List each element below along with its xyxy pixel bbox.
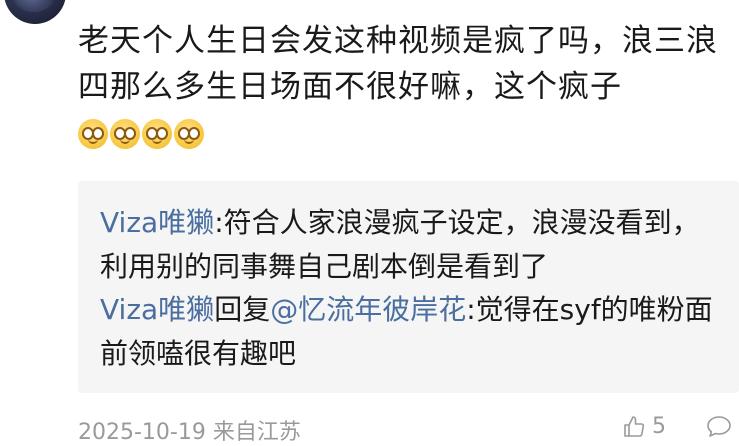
comment-line: 老天个人生日会发这种视频是疯了吗，浪三浪四那么多生日场面不很好嘛，这个疯子: [78, 23, 718, 105]
reply-item[interactable]: Viza唯獭回复@忆流年彼岸花:觉得在syf的唯粉面前领嗑很有趣吧: [100, 288, 720, 376]
comment-meta: 2025-10-19 来自江苏: [78, 414, 301, 446]
reply-author-link[interactable]: Viza唯獭: [100, 206, 214, 239]
comment-location: 来自江苏: [212, 420, 301, 445]
reply-separator: :: [466, 293, 476, 326]
comment-date: 2025-10-19: [78, 420, 206, 445]
comment-text: 老天个人生日会发这种视频是疯了吗，浪三浪四那么多生日场面不很好嘛，这个疯子: [78, 18, 730, 158]
replies-box[interactable]: Viza唯獭:符合人家浪漫疯子设定，浪漫没看到，利用别的同事舞自己剧本倒是看到了…: [78, 181, 739, 393]
like-count: 5: [652, 414, 666, 439]
like-button[interactable]: 5: [622, 414, 666, 439]
reply-author-link[interactable]: Viza唯獭: [100, 293, 214, 326]
clown-face-emoji-icon: [142, 118, 172, 149]
clown-face-emoji-icon: [174, 118, 204, 149]
comment-bubble-icon[interactable]: [706, 414, 732, 438]
avatar[interactable]: [4, 0, 66, 24]
reply-mention-link[interactable]: @忆流年彼岸花: [270, 293, 466, 326]
thumbs-up-icon: [624, 415, 645, 437]
clown-face-emoji-icon: [110, 118, 140, 149]
reply-item[interactable]: Viza唯獭:符合人家浪漫疯子设定，浪漫没看到，利用别的同事舞自己剧本倒是看到了: [100, 201, 720, 289]
emoji-group: [78, 112, 206, 158]
reply-word: 回复: [214, 293, 271, 326]
clown-face-emoji-icon: [78, 118, 108, 149]
reply-separator: :: [214, 206, 224, 239]
